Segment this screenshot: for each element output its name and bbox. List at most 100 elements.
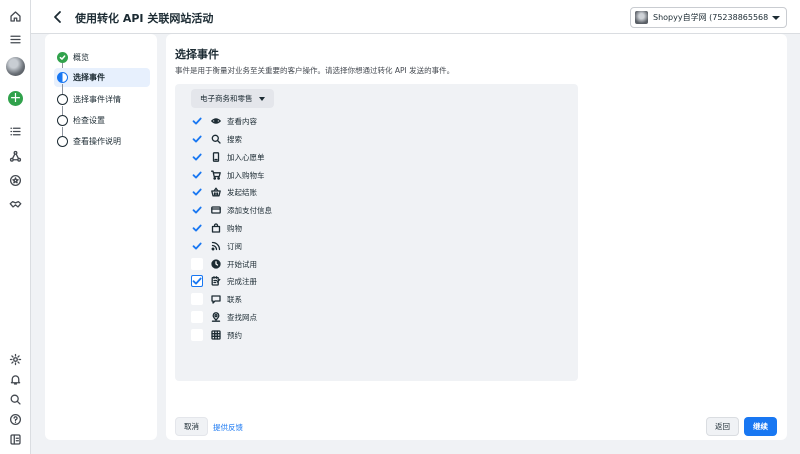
event-checkbox[interactable] <box>191 240 203 252</box>
panel-toggle-icon[interactable] <box>6 430 25 449</box>
event-label: 完成注册 <box>227 276 257 286</box>
setup-steps: 概览 选择事件 选择事件详情 检查设置 查看操作说明 <box>45 34 157 440</box>
step-view-instructions[interactable]: 查看操作说明 <box>54 132 150 151</box>
step-choose-events[interactable]: 选择事件 <box>54 68 150 87</box>
handshake-icon[interactable] <box>6 195 25 214</box>
bell-icon[interactable] <box>6 370 25 389</box>
event-label: 查找网点 <box>227 312 257 322</box>
event-row-schedule[interactable]: 预约 <box>191 328 242 342</box>
continue-button[interactable]: 继续 <box>744 417 777 436</box>
category-dropdown[interactable]: 电子商务和零售 <box>191 89 274 108</box>
left-nav-rail: + <box>0 0 31 454</box>
account-selector[interactable]: Shopyy自学网 (752388655687641 <box>630 7 787 28</box>
home-icon[interactable] <box>6 7 25 26</box>
cart-icon <box>210 170 221 180</box>
gear-icon[interactable] <box>6 350 25 369</box>
event-row-add-to-wishlist[interactable]: 加入心愿单 <box>191 150 265 164</box>
event-checkbox[interactable] <box>191 329 203 341</box>
half-circle-icon <box>57 72 68 83</box>
registration-icon <box>211 276 221 286</box>
feedback-link[interactable]: 提供反馈 <box>213 422 243 433</box>
event-checkbox[interactable] <box>191 169 203 181</box>
empty-circle-icon <box>57 136 68 147</box>
event-label: 预约 <box>227 330 242 340</box>
step-review-settings[interactable]: 检查设置 <box>54 111 150 130</box>
check-circle-icon <box>57 52 68 63</box>
top-header: 使用转化 API 关联网站活动 Shopyy自学网 (7523886556876… <box>31 0 800 34</box>
event-checkbox[interactable] <box>191 186 203 198</box>
event-label: 订阅 <box>227 241 242 251</box>
event-row-contact[interactable]: 联系 <box>191 292 242 306</box>
menu-icon[interactable] <box>6 30 25 49</box>
event-row-start-trial[interactable]: 开始试用 <box>191 257 257 271</box>
section-description: 事件是用于衡量对业务至关重要的客户操作。请选择你想通过转化 API 发送的事件。 <box>175 66 455 75</box>
shopping-bag-icon <box>211 223 221 233</box>
page-title: 使用转化 API 关联网站活动 <box>75 12 214 25</box>
event-row-purchase[interactable]: 购物 <box>191 221 242 235</box>
help-icon[interactable] <box>6 410 25 429</box>
event-checkbox[interactable] <box>191 222 203 234</box>
events-panel: 电子商务和零售 查看内容 搜索 加入心愿单 加入购物车 发起结账 添加支付信息 … <box>175 84 578 381</box>
event-row-initiate-checkout[interactable]: 发起结账 <box>191 185 257 199</box>
event-checkbox[interactable] <box>191 204 203 216</box>
event-label: 购物 <box>227 223 242 233</box>
cancel-button[interactable]: 取消 <box>175 417 208 436</box>
event-label: 搜索 <box>227 134 242 144</box>
chat-bubble-icon <box>211 294 221 304</box>
event-label: 发起结账 <box>227 187 257 197</box>
credit-card-icon <box>211 205 221 215</box>
chevron-down-icon <box>772 15 780 20</box>
step-label: 检查设置 <box>73 116 105 125</box>
network-icon[interactable] <box>6 147 25 166</box>
event-row-search[interactable]: 搜索 <box>191 132 242 146</box>
event-checkbox[interactable] <box>191 258 203 270</box>
event-row-add-to-cart[interactable]: 加入购物车 <box>191 168 265 182</box>
empty-circle-icon <box>57 115 68 126</box>
event-row-complete-registration[interactable]: 完成注册 <box>191 274 257 288</box>
back-button[interactable]: 返回 <box>706 417 739 436</box>
bookmark-icon <box>211 152 221 162</box>
rss-icon <box>211 241 221 251</box>
event-label: 加入购物车 <box>227 170 265 180</box>
event-label: 联系 <box>227 294 242 304</box>
empty-circle-icon <box>57 94 68 105</box>
step-event-details[interactable]: 选择事件详情 <box>54 90 150 109</box>
step-label: 选择事件 <box>73 73 105 82</box>
avatar[interactable] <box>6 57 25 76</box>
step-overview[interactable]: 概览 <box>54 48 150 67</box>
basket-icon <box>211 187 221 197</box>
account-name: Shopyy自学网 (752388655687641 <box>653 13 768 22</box>
clock-icon <box>211 259 221 269</box>
event-checkbox[interactable] <box>191 311 203 323</box>
step-label: 概览 <box>73 53 89 62</box>
event-label: 查看内容 <box>227 116 257 126</box>
event-row-view-content[interactable]: 查看内容 <box>191 114 257 128</box>
eye-icon <box>211 116 221 126</box>
back-arrow-icon[interactable] <box>50 9 66 25</box>
event-row-find-location[interactable]: 查找网点 <box>191 310 257 324</box>
event-label: 开始试用 <box>227 259 257 269</box>
event-label: 加入心愿单 <box>227 152 265 162</box>
event-checkbox[interactable] <box>191 151 203 163</box>
step-label: 查看操作说明 <box>73 137 121 146</box>
category-dropdown-label: 电子商务和零售 <box>200 94 253 103</box>
caret-down-icon <box>258 96 265 101</box>
main-content-card: 选择事件 事件是用于衡量对业务至关重要的客户操作。请选择你想通过转化 API 发… <box>166 34 787 440</box>
event-label: 添加支付信息 <box>227 205 272 215</box>
event-checkbox[interactable] <box>191 115 203 127</box>
section-title: 选择事件 <box>175 48 219 61</box>
list-icon[interactable] <box>6 122 25 141</box>
event-row-add-payment-info[interactable]: 添加支付信息 <box>191 203 272 217</box>
step-label: 选择事件详情 <box>73 95 121 104</box>
event-row-subscribe[interactable]: 订阅 <box>191 239 242 253</box>
search-icon[interactable] <box>6 390 25 409</box>
event-checkbox[interactable] <box>191 133 203 145</box>
star-icon[interactable] <box>6 171 25 190</box>
event-checkbox[interactable] <box>191 293 203 305</box>
account-thumbnail <box>635 11 648 24</box>
search-icon <box>211 134 221 144</box>
calendar-grid-icon <box>211 330 221 340</box>
location-pin-icon <box>211 312 221 322</box>
event-checkbox[interactable] <box>191 275 203 287</box>
create-plus-icon[interactable]: + <box>8 91 23 106</box>
